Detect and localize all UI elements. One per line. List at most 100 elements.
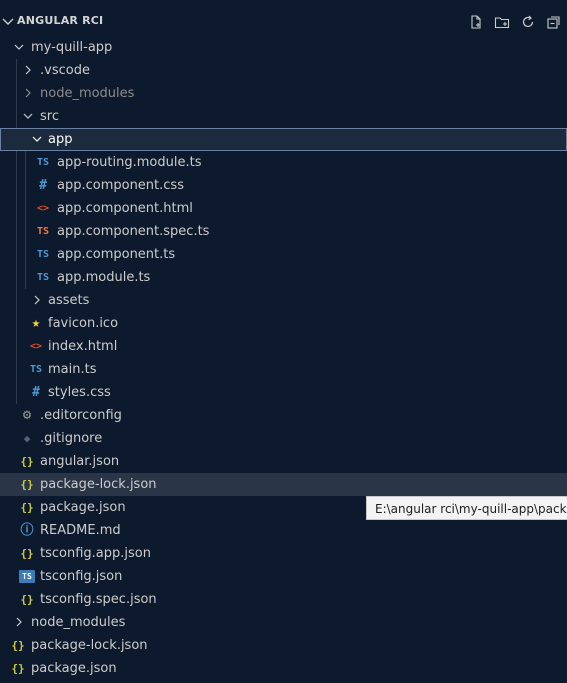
file-tsconfig-app-json[interactable]: {} tsconfig.app.json xyxy=(0,542,567,565)
folder-label: assets xyxy=(48,293,90,308)
file-label: angular.json xyxy=(40,454,120,469)
html-icon: <> xyxy=(36,203,50,214)
file-editorconfig[interactable]: ⚙ .editorconfig xyxy=(0,404,567,427)
file-label: app.component.spec.ts xyxy=(57,224,210,239)
file-main-ts[interactable]: TS main.ts xyxy=(0,358,567,381)
folder-vscode[interactable]: .vscode xyxy=(0,59,567,82)
file-label: tsconfig.spec.json xyxy=(40,592,157,607)
indent-guide xyxy=(16,197,17,220)
file-label: package-lock.json xyxy=(31,638,148,653)
chevron-right-icon xyxy=(34,295,40,305)
json-icon: {} xyxy=(20,455,34,468)
file-label: app.component.html xyxy=(57,201,193,216)
folder-node-modules-outer[interactable]: node_modules xyxy=(0,611,567,634)
typescript-spec-icon: TS xyxy=(36,226,50,237)
info-icon: ⓘ xyxy=(20,523,34,538)
indent-guide xyxy=(25,151,26,174)
star-icon: ★ xyxy=(31,315,41,331)
file-tsconfig-spec-json[interactable]: {} tsconfig.spec.json xyxy=(0,588,567,611)
explorer-panel: ANGULAR RCI my-quill-app .vscode node_mo… xyxy=(0,0,567,683)
refresh-icon[interactable] xyxy=(519,13,537,31)
html-icon: <> xyxy=(29,341,43,352)
typescript-icon: TS xyxy=(29,364,43,375)
folder-label: node_modules xyxy=(40,86,135,101)
folder-my-quill-app[interactable]: my-quill-app xyxy=(0,36,567,59)
json-icon: {} xyxy=(20,547,34,560)
file-label: styles.css xyxy=(48,385,111,400)
chevron-down-icon xyxy=(14,44,24,50)
file-label: app.component.css xyxy=(57,178,184,193)
tsconfig-icon: TS xyxy=(19,570,35,583)
json-icon: {} xyxy=(11,639,25,652)
indent-guide xyxy=(25,220,26,243)
folder-label: my-quill-app xyxy=(31,40,113,55)
header-actions xyxy=(467,13,567,33)
file-app-component-css[interactable]: # app.component.css xyxy=(0,174,567,197)
file-label: .gitignore xyxy=(40,431,103,446)
typescript-icon: TS xyxy=(36,157,50,168)
chevron-right-icon xyxy=(25,65,31,75)
folder-label: node_modules xyxy=(31,615,126,630)
file-app-routing-module-ts[interactable]: TS app-routing.module.ts xyxy=(0,151,567,174)
chevron-down-icon[interactable] xyxy=(2,16,14,28)
json-icon: {} xyxy=(20,501,34,514)
file-outer-package-json[interactable]: {} package.json xyxy=(0,657,567,680)
file-label: tsconfig.json xyxy=(40,569,123,584)
file-angular-json[interactable]: {} angular.json xyxy=(0,450,567,473)
file-gitignore[interactable]: ◆ .gitignore xyxy=(0,427,567,450)
indent-guide xyxy=(16,105,17,128)
file-tsconfig-json[interactable]: TS tsconfig.json xyxy=(0,565,567,588)
typescript-icon: TS xyxy=(36,272,50,283)
file-index-html[interactable]: <> index.html xyxy=(0,335,567,358)
file-label: package.json xyxy=(40,500,126,515)
folder-app[interactable]: app xyxy=(0,128,567,151)
indent-guide xyxy=(16,151,17,174)
collapse-all-icon[interactable] xyxy=(545,13,563,31)
file-label: package-lock.json xyxy=(40,477,157,492)
css-icon: # xyxy=(39,178,47,193)
file-tree: my-quill-app .vscode node_modules src ap… xyxy=(0,36,567,680)
workspace-title: ANGULAR RCI xyxy=(17,14,104,27)
folder-label: .vscode xyxy=(40,63,90,78)
indent-guide xyxy=(16,358,17,381)
indent-guide xyxy=(16,289,17,312)
chevron-right-icon xyxy=(16,617,22,627)
indent-guide xyxy=(16,243,17,266)
file-styles-css[interactable]: # styles.css xyxy=(0,381,567,404)
file-readme-md[interactable]: ⓘ README.md xyxy=(0,519,567,542)
folder-src[interactable]: src xyxy=(0,105,567,128)
indent-guide xyxy=(16,266,17,289)
file-package-lock-json[interactable]: {} package-lock.json xyxy=(0,473,567,496)
explorer-header[interactable]: ANGULAR RCI xyxy=(0,11,567,33)
gear-icon: ⚙ xyxy=(22,407,32,423)
file-label: README.md xyxy=(40,523,121,538)
file-label: app.component.ts xyxy=(57,247,176,262)
file-favicon-ico[interactable]: ★ favicon.ico xyxy=(0,312,567,335)
file-label: package.json xyxy=(31,661,117,676)
indent-guide xyxy=(16,312,17,335)
indent-guide xyxy=(16,59,17,82)
file-outer-package-lock-json[interactable]: {} package-lock.json xyxy=(0,634,567,657)
new-file-icon[interactable] xyxy=(467,13,485,31)
css-icon: # xyxy=(32,385,40,400)
typescript-icon: TS xyxy=(36,249,50,260)
file-label: .editorconfig xyxy=(40,408,122,423)
chevron-down-icon xyxy=(32,136,42,142)
file-label: app.module.ts xyxy=(57,270,151,285)
file-app-component-html[interactable]: <> app.component.html xyxy=(0,197,567,220)
file-app-module-ts[interactable]: TS app.module.ts xyxy=(0,266,567,289)
path-tooltip: E:\angular rci\my-quill-app\package-lock… xyxy=(366,496,567,520)
file-label: tsconfig.app.json xyxy=(40,546,151,561)
git-icon: ◆ xyxy=(23,432,31,445)
indent-guide xyxy=(25,197,26,220)
file-app-component-spec-ts[interactable]: TS app.component.spec.ts xyxy=(0,220,567,243)
indent-guide xyxy=(25,266,26,289)
new-folder-icon[interactable] xyxy=(493,13,511,31)
indent-guide xyxy=(16,335,17,358)
file-label: index.html xyxy=(48,339,118,354)
json-icon: {} xyxy=(20,478,34,491)
file-app-component-ts[interactable]: TS app.component.ts xyxy=(0,243,567,266)
folder-node-modules-inner[interactable]: node_modules xyxy=(0,82,567,105)
folder-assets[interactable]: assets xyxy=(0,289,567,312)
indent-guide xyxy=(25,243,26,266)
